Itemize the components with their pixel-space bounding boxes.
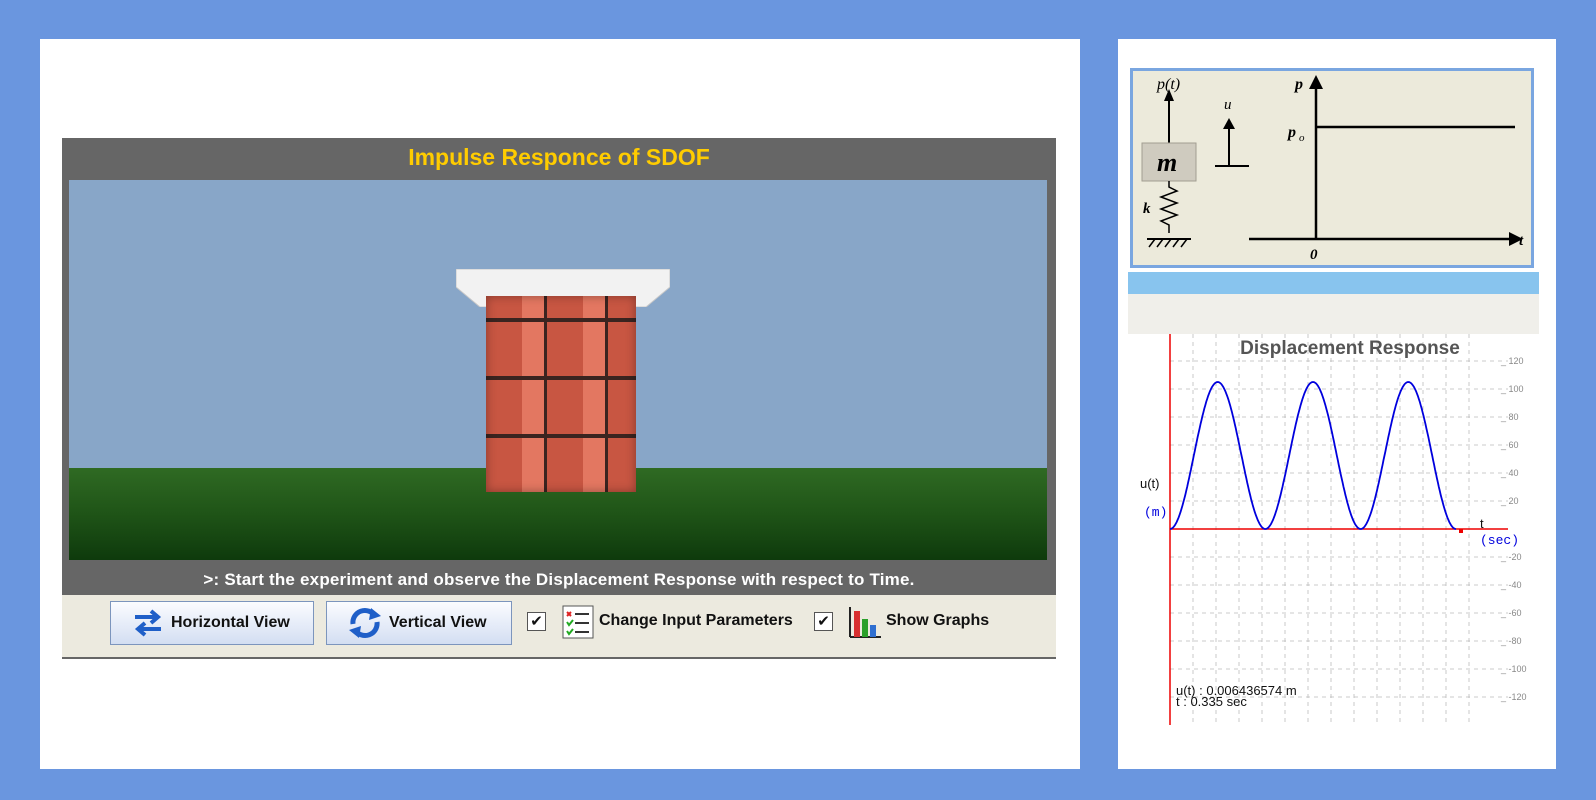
brick-column bbox=[486, 296, 636, 492]
y-tick-label: _ 20 bbox=[1500, 496, 1519, 506]
show-graphs-label: Show Graphs bbox=[886, 612, 990, 629]
simulation-frame: Impulse Responce of SDOF >: Start the ex… bbox=[62, 138, 1056, 659]
refresh-icon bbox=[349, 608, 381, 638]
y-tick-label: _ -60 bbox=[1500, 608, 1522, 618]
simulation-panel: Impulse Responce of SDOF >: Start the ex… bbox=[40, 39, 1080, 769]
3d-scene[interactable] bbox=[69, 180, 1047, 560]
y-tick-label: _ 120 bbox=[1500, 356, 1524, 366]
time-marker bbox=[1459, 529, 1463, 533]
simulation-title: Impulse Responce of SDOF bbox=[408, 144, 710, 170]
y-unit: (m) bbox=[1144, 505, 1167, 520]
grey-spacer bbox=[1128, 294, 1539, 334]
change-params-label: Change Input Parameters bbox=[599, 612, 793, 629]
x-label: t bbox=[1480, 516, 1484, 531]
horizontal-view-label: Horizontal View bbox=[171, 614, 290, 631]
y-tick-label: _ -40 bbox=[1500, 580, 1522, 590]
y-tick-label: _ 80 bbox=[1500, 412, 1519, 422]
horizontal-view-button[interactable]: Horizontal View bbox=[110, 601, 314, 645]
series-line bbox=[1169, 381, 1457, 530]
y-tick-label: _ 60 bbox=[1500, 440, 1519, 450]
y-tick-label: _ -80 bbox=[1500, 636, 1522, 646]
t-axis-label: t bbox=[1519, 233, 1524, 249]
p0-label: p bbox=[1286, 124, 1296, 141]
show-graphs-checkbox[interactable]: ✔ bbox=[814, 612, 833, 631]
p-axis-label: p bbox=[1293, 76, 1303, 93]
x-unit: (sec) bbox=[1480, 533, 1519, 548]
sdof-diagram: p(t) m k u p t 0 p o bbox=[1141, 75, 1524, 263]
swap-arrows-icon bbox=[134, 609, 162, 637]
bar-chart-icon bbox=[849, 607, 881, 638]
y-tick-label: _ 100 bbox=[1500, 384, 1524, 394]
y-tick-label: _ -120 bbox=[1500, 692, 1527, 702]
change-params-checkbox[interactable]: ✔ bbox=[527, 612, 546, 631]
p0-subscript: o bbox=[1299, 132, 1305, 144]
origin-label: 0 bbox=[1310, 247, 1318, 263]
displacement-arrow-icon bbox=[1223, 118, 1235, 129]
info-panel: p(t) m k u p t 0 p o _ 120 _ 100 _ 80 _ … bbox=[1118, 39, 1556, 769]
toolbar: Horizontal View Vertical View ✔ Change I… bbox=[62, 595, 1056, 657]
spring-icon bbox=[1158, 181, 1180, 233]
instruction-text: >: Start the experiment and observe the … bbox=[203, 570, 915, 589]
y-label: u(t) bbox=[1140, 476, 1160, 491]
spring-label: k bbox=[1143, 201, 1151, 217]
mass-label: m bbox=[1157, 148, 1177, 177]
displacement-graph: _ 120 _ 100 _ 80 _ 60 _ 40 _ 20 _ -20 _ -40 _ -6… bbox=[1128, 334, 1539, 725]
chart-title: Displacement Response bbox=[1240, 338, 1460, 359]
blue-separator bbox=[1128, 272, 1539, 294]
vertical-view-label: Vertical View bbox=[389, 614, 487, 631]
displacement-label: u bbox=[1224, 97, 1232, 113]
readout-t: t : 0.335 sec bbox=[1176, 694, 1247, 709]
y-tick-label: _ 40 bbox=[1500, 468, 1519, 478]
force-label: p(t) bbox=[1156, 76, 1180, 93]
checklist-icon bbox=[562, 605, 594, 639]
load-diagram: p(t) m k u p t 0 p o bbox=[1130, 68, 1534, 268]
response-chart: _ 120 _ 100 _ 80 _ 60 _ 40 _ 20 _ -20 _ -40 _ -6… bbox=[1140, 334, 1527, 725]
vertical-view-button[interactable]: Vertical View bbox=[326, 601, 512, 645]
y-tick-label: _ -20 bbox=[1500, 552, 1522, 562]
y-tick-label: _ -100 bbox=[1500, 664, 1527, 674]
